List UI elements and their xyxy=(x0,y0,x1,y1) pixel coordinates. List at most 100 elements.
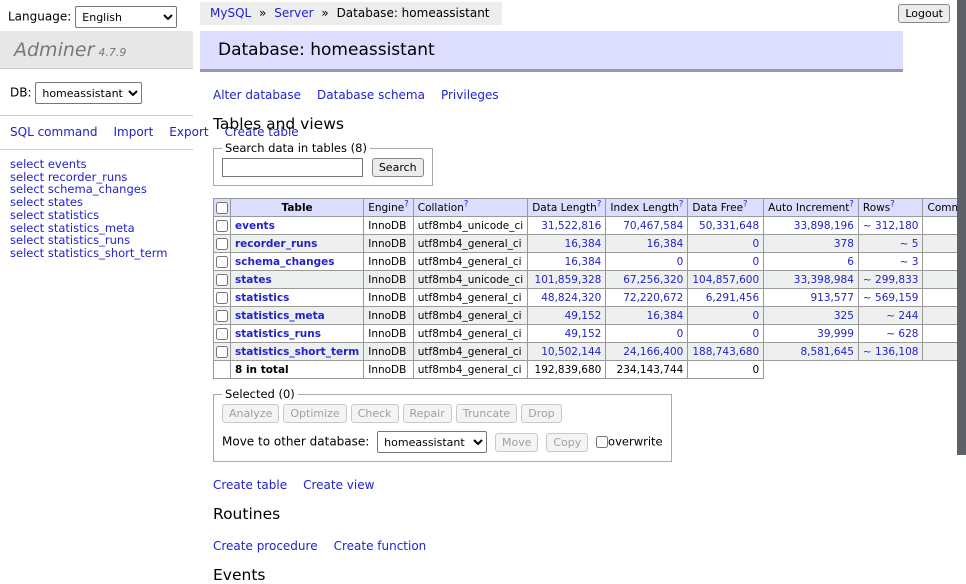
total-label-cell: 8 in total xyxy=(231,361,364,379)
column-help-link[interactable]: ? xyxy=(679,199,684,209)
rows-link[interactable]: ~ 136,108 xyxy=(863,346,919,358)
table-name-link[interactable]: statistics_runs xyxy=(235,328,321,340)
data-free-link[interactable]: 0 xyxy=(752,328,759,340)
sidebar-select-link[interactable]: select states xyxy=(10,196,193,209)
row-checkbox[interactable] xyxy=(216,292,228,304)
index-length-link[interactable]: 24,166,400 xyxy=(623,346,683,358)
routine-link[interactable]: Create function xyxy=(334,539,427,553)
row-checkbox[interactable] xyxy=(216,310,228,322)
engine-cell: InnoDB xyxy=(364,235,414,253)
language-select[interactable]: English xyxy=(75,6,177,28)
table-row: recorder_runsInnoDButf8mb4_general_ci16,… xyxy=(214,235,966,253)
table-name-link[interactable]: recorder_runs xyxy=(235,238,317,250)
data-free-link[interactable]: 0 xyxy=(752,310,759,322)
sidebar-action-link[interactable]: Import xyxy=(113,125,153,139)
index-length-link[interactable]: 0 xyxy=(677,256,684,268)
sidebar-select-link[interactable]: select statistics xyxy=(10,209,193,222)
column-help-link[interactable]: ? xyxy=(849,199,854,209)
create-link[interactable]: Create table xyxy=(213,478,287,492)
engine-cell: InnoDB xyxy=(364,217,414,235)
table-name-link[interactable]: events xyxy=(235,220,275,232)
column-help-link[interactable]: ? xyxy=(890,199,895,209)
selected-fieldset: Selected (0) AnalyzeOptimizeCheckRepairT… xyxy=(213,387,672,462)
create-link[interactable]: Create view xyxy=(303,478,374,492)
check-button: Check xyxy=(351,404,399,423)
rows-link[interactable]: ~ 312,180 xyxy=(863,220,919,232)
rows-link[interactable]: ~ 299,833 xyxy=(863,274,919,286)
data-length-link[interactable]: 16,384 xyxy=(565,238,602,250)
auto-increment-link[interactable]: 39,999 xyxy=(817,328,854,340)
row-checkbox[interactable] xyxy=(216,328,228,340)
data-free-link[interactable]: 0 xyxy=(752,256,759,268)
tables-heading: Tables and views xyxy=(213,115,966,133)
column-help-link[interactable]: ? xyxy=(597,199,602,209)
sidebar-select-link[interactable]: select events xyxy=(10,158,193,171)
data-free-link[interactable]: 0 xyxy=(752,238,759,250)
index-length-link[interactable]: 70,467,584 xyxy=(623,220,683,232)
sidebar-action-link[interactable]: SQL command xyxy=(10,125,97,139)
column-help-link[interactable]: ? xyxy=(404,199,409,209)
data-free-link[interactable]: 188,743,680 xyxy=(692,346,759,358)
db-select[interactable]: homeassistant xyxy=(35,82,142,104)
breadcrumb-mysql-link[interactable]: MySQL xyxy=(210,6,251,20)
row-checkbox[interactable] xyxy=(216,346,228,358)
data-length-link[interactable]: 49,152 xyxy=(565,328,602,340)
rows-link[interactable]: ~ 244 xyxy=(886,310,918,322)
data-length-link[interactable]: 10,502,144 xyxy=(541,346,601,358)
table-name-link[interactable]: statistics xyxy=(235,292,289,304)
db-action-link[interactable]: Privileges xyxy=(441,88,499,102)
index-length-link[interactable]: 16,384 xyxy=(647,238,684,250)
auto-increment-link[interactable]: 8,581,645 xyxy=(800,346,853,358)
rows-link[interactable]: ~ 5 xyxy=(900,238,919,250)
rows-link[interactable]: ~ 3 xyxy=(900,256,919,268)
collation-cell: utf8mb4_unicode_ci xyxy=(413,217,527,235)
data-length-link[interactable]: 101,859,328 xyxy=(535,274,602,286)
row-checkbox[interactable] xyxy=(216,238,228,250)
index-length-link[interactable]: 0 xyxy=(677,328,684,340)
total-cell: 192,839,680 xyxy=(528,361,606,379)
overwrite-checkbox[interactable] xyxy=(596,436,608,448)
index-length-link[interactable]: 72,220,672 xyxy=(623,292,683,304)
move-db-select[interactable]: homeassistant xyxy=(377,431,487,453)
tables-footer: 8 in totalInnoDButf8mb4_general_ci192,83… xyxy=(214,361,966,379)
data-free-link[interactable]: 6,291,456 xyxy=(706,292,759,304)
index-length-link[interactable]: 67,256,320 xyxy=(623,274,683,286)
rows-link[interactable]: ~ 569,159 xyxy=(863,292,919,304)
column-help-link[interactable]: ? xyxy=(464,199,469,209)
engine-cell: InnoDB xyxy=(364,289,414,307)
index-length-link[interactable]: 16,384 xyxy=(647,310,684,322)
routine-link[interactable]: Create procedure xyxy=(213,539,318,553)
rows-link[interactable]: ~ 628 xyxy=(886,328,918,340)
data-free-link[interactable]: 104,857,600 xyxy=(692,274,759,286)
auto-increment-link[interactable]: 33,398,984 xyxy=(794,274,854,286)
overwrite-label[interactable]: overwrite xyxy=(608,435,663,449)
select-all-checkbox[interactable] xyxy=(216,202,228,214)
auto-increment-link[interactable]: 913,577 xyxy=(811,292,854,304)
sidebar-select-link[interactable]: select statistics_short_term xyxy=(10,247,193,260)
auto-increment-link[interactable]: 378 xyxy=(834,238,854,250)
row-checkbox[interactable] xyxy=(216,274,228,286)
table-name-link[interactable]: statistics_meta xyxy=(235,310,325,322)
db-action-link[interactable]: Database schema xyxy=(317,88,425,102)
search-button[interactable]: Search xyxy=(372,158,424,177)
data-length-link[interactable]: 48,824,320 xyxy=(541,292,601,304)
table-name-link[interactable]: states xyxy=(235,274,272,286)
auto-increment-link[interactable]: 6 xyxy=(847,256,854,268)
auto-increment-link[interactable]: 33,898,196 xyxy=(794,220,854,232)
scrollbar-thumb[interactable] xyxy=(957,0,966,455)
table-name-link[interactable]: schema_changes xyxy=(235,256,335,268)
column-help-link[interactable]: ? xyxy=(743,199,748,209)
data-length-link[interactable]: 16,384 xyxy=(565,256,602,268)
table-name-link[interactable]: statistics_short_term xyxy=(235,346,359,358)
row-checkbox[interactable] xyxy=(216,256,228,268)
auto-increment-link[interactable]: 325 xyxy=(834,310,854,322)
data-length-link[interactable]: 31,522,816 xyxy=(541,220,601,232)
db-selector-row: DB: homeassistant xyxy=(10,82,193,104)
db-action-link[interactable]: Alter database xyxy=(213,88,301,102)
data-free-link[interactable]: 50,331,648 xyxy=(699,220,759,232)
row-checkbox[interactable] xyxy=(216,220,228,232)
data-length-link[interactable]: 49,152 xyxy=(565,310,602,322)
search-input[interactable] xyxy=(222,158,363,177)
breadcrumb-server-link[interactable]: Server xyxy=(274,6,313,20)
logout-button[interactable]: Logout xyxy=(898,4,950,23)
